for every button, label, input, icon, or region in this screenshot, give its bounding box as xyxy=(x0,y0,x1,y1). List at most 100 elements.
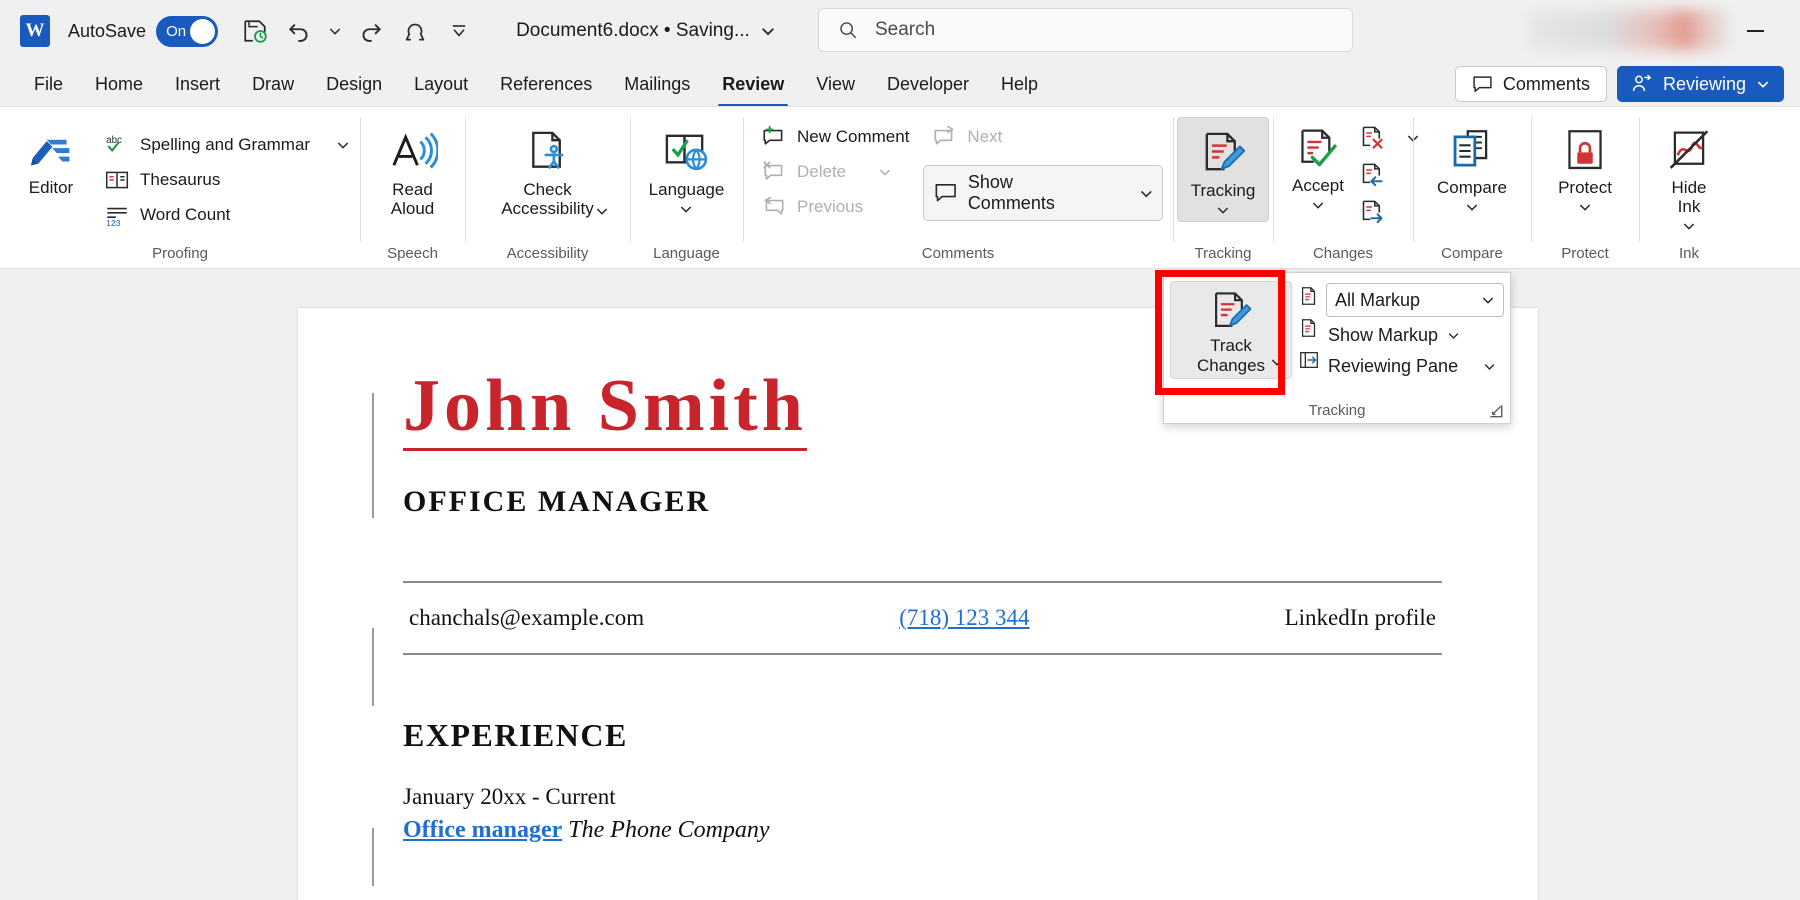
ribbon-group-label-language: Language xyxy=(653,245,720,262)
undo-dropdown-icon[interactable] xyxy=(322,12,348,50)
show-comments-label: Show Comments xyxy=(967,172,1055,213)
contact-linkedin: LinkedIn profile xyxy=(1284,604,1436,630)
reviewing-pane-icon xyxy=(1298,349,1320,371)
ribbon-group-label-tracking: Tracking xyxy=(1194,245,1252,262)
tracking-button[interactable]: Tracking xyxy=(1177,117,1269,223)
reviewing-pane-label: Reviewing Pane xyxy=(1328,356,1459,376)
search-input[interactable]: Search xyxy=(818,8,1353,52)
user-account-area[interactable] xyxy=(1528,10,1728,50)
tab-file[interactable]: File xyxy=(18,68,79,101)
comments-button[interactable]: Comments xyxy=(1454,66,1607,102)
protect-button[interactable]: Protect xyxy=(1550,117,1620,218)
display-for-review-select[interactable]: All Markup xyxy=(1326,283,1504,317)
compare-button[interactable]: Compare xyxy=(1429,117,1515,218)
editor-icon xyxy=(30,139,70,166)
autosave-toggle-state: On xyxy=(166,22,187,40)
spelling-and-grammar-button[interactable]: abc Spelling and Grammar xyxy=(96,129,358,161)
read-aloud-icon xyxy=(392,132,438,169)
tab-insert[interactable]: Insert xyxy=(159,68,236,101)
track-changes-button[interactable]: Track Changes xyxy=(1170,281,1292,379)
chevron-down-icon xyxy=(1448,333,1459,339)
tab-references[interactable]: References xyxy=(484,68,608,101)
next-comment-icon xyxy=(931,124,957,150)
autosave-label: AutoSave xyxy=(68,20,147,41)
tab-home[interactable]: Home xyxy=(79,68,159,101)
comments-button-label: Comments xyxy=(1502,73,1590,94)
track-changes-icon xyxy=(1205,132,1246,171)
proofing-commands: abc Spelling and Grammar Thesaurus 123 W… xyxy=(96,117,358,231)
tab-view[interactable]: View xyxy=(800,68,871,101)
word-count-button[interactable]: 123 Word Count xyxy=(96,199,358,231)
symbol-icon[interactable] xyxy=(394,12,436,50)
reviewing-button[interactable]: Reviewing xyxy=(1616,66,1784,102)
read-aloud-button[interactable]: Read Aloud xyxy=(380,117,446,222)
thesaurus-button[interactable]: Thesaurus xyxy=(96,164,358,196)
comment-navigation: Next Show Comments xyxy=(923,121,1163,221)
ribbon-group-speech: Read Aloud Speech xyxy=(360,107,465,268)
compare-icon xyxy=(1453,130,1488,167)
tab-developer[interactable]: Developer xyxy=(871,68,985,101)
tab-layout[interactable]: Layout xyxy=(398,68,484,101)
chevron-down-icon xyxy=(1484,364,1495,370)
save-icon[interactable] xyxy=(234,12,276,50)
title-bar: W AutoSave On Document6.docx • Saving...… xyxy=(0,0,1800,62)
track-changes-label: Track Changes xyxy=(1196,336,1266,375)
show-markup-label: Show Markup xyxy=(1328,325,1439,345)
display-for-review-value: All Markup xyxy=(1335,289,1421,310)
thesaurus-icon xyxy=(104,167,130,193)
tab-design[interactable]: Design xyxy=(310,68,398,101)
delete-comment-button[interactable]: Delete xyxy=(753,156,917,188)
check-accessibility-button[interactable]: Check Accessibility xyxy=(479,117,617,222)
chevron-down-icon xyxy=(1216,203,1230,217)
minimize-button[interactable] xyxy=(1732,16,1778,46)
tab-review[interactable]: Review xyxy=(706,68,800,107)
show-comments-button[interactable]: Show Comments xyxy=(923,165,1163,221)
changed-line-bar xyxy=(372,628,374,706)
document-title[interactable]: Document6.docx • Saving... xyxy=(516,20,776,42)
accept-change-icon xyxy=(1301,129,1337,167)
language-icon xyxy=(666,134,708,171)
comment-commands: New Comment Delete Previous xyxy=(753,121,917,223)
customize-quick-access-icon[interactable] xyxy=(438,12,480,50)
word-count-label: Word Count xyxy=(140,205,231,224)
editor-button[interactable]: Editor xyxy=(10,117,92,201)
document-canvas: John Smith OFFICE MANAGER chanchals@exam… xyxy=(0,272,1800,900)
chevron-down-icon xyxy=(1682,219,1696,233)
tracking-dialog-launcher-icon[interactable] xyxy=(1488,403,1504,419)
spelling-and-grammar-label: Spelling and Grammar xyxy=(140,135,311,154)
chevron-down-icon xyxy=(679,202,693,216)
delete-comment-icon xyxy=(761,159,787,185)
hide-ink-icon xyxy=(1669,130,1709,169)
redo-icon[interactable] xyxy=(350,12,392,50)
autosave-toggle[interactable]: On xyxy=(156,15,219,47)
contact-phone-link[interactable]: (718) 123 344 xyxy=(899,605,1029,631)
chevron-down-icon xyxy=(1141,190,1153,197)
job-role-link[interactable]: Office manager xyxy=(403,817,562,843)
hide-ink-label: Hide Ink xyxy=(1671,178,1707,217)
contact-row: chanchals@example.com (718) 123 344 Link… xyxy=(403,583,1442,653)
ribbon-group-language: Language Language xyxy=(630,107,743,268)
previous-change-icon xyxy=(1359,161,1386,188)
tab-strip-actions: Comments Reviewing xyxy=(1454,66,1784,102)
tab-draw[interactable]: Draw xyxy=(236,68,310,101)
undo-icon[interactable] xyxy=(278,12,320,50)
language-button[interactable]: Language xyxy=(641,117,733,220)
show-markup-button[interactable]: Show Markup xyxy=(1326,323,1504,348)
tracking-display-icons xyxy=(1298,281,1320,379)
check-accessibility-icon xyxy=(531,131,563,169)
next-comment-button[interactable]: Next xyxy=(923,121,1163,153)
ribbon-group-changes: Accept Changes xyxy=(1273,107,1419,268)
hide-ink-button[interactable]: Hide Ink xyxy=(1657,117,1721,237)
accept-button[interactable]: Accept xyxy=(1283,121,1353,216)
reviewing-button-label: Reviewing xyxy=(1662,73,1746,94)
reviewing-pane-button[interactable]: Reviewing Pane xyxy=(1326,354,1504,379)
tab-help[interactable]: Help xyxy=(985,68,1054,101)
search-placeholder: Search xyxy=(875,19,936,40)
show-comments-icon xyxy=(935,183,957,202)
protect-lock-icon xyxy=(1568,130,1602,170)
new-comment-icon xyxy=(761,124,787,150)
autosave-toggle-knob xyxy=(190,18,216,44)
tab-mailings[interactable]: Mailings xyxy=(608,68,706,101)
new-comment-button[interactable]: New Comment xyxy=(753,121,917,153)
previous-comment-button[interactable]: Previous xyxy=(753,191,917,223)
